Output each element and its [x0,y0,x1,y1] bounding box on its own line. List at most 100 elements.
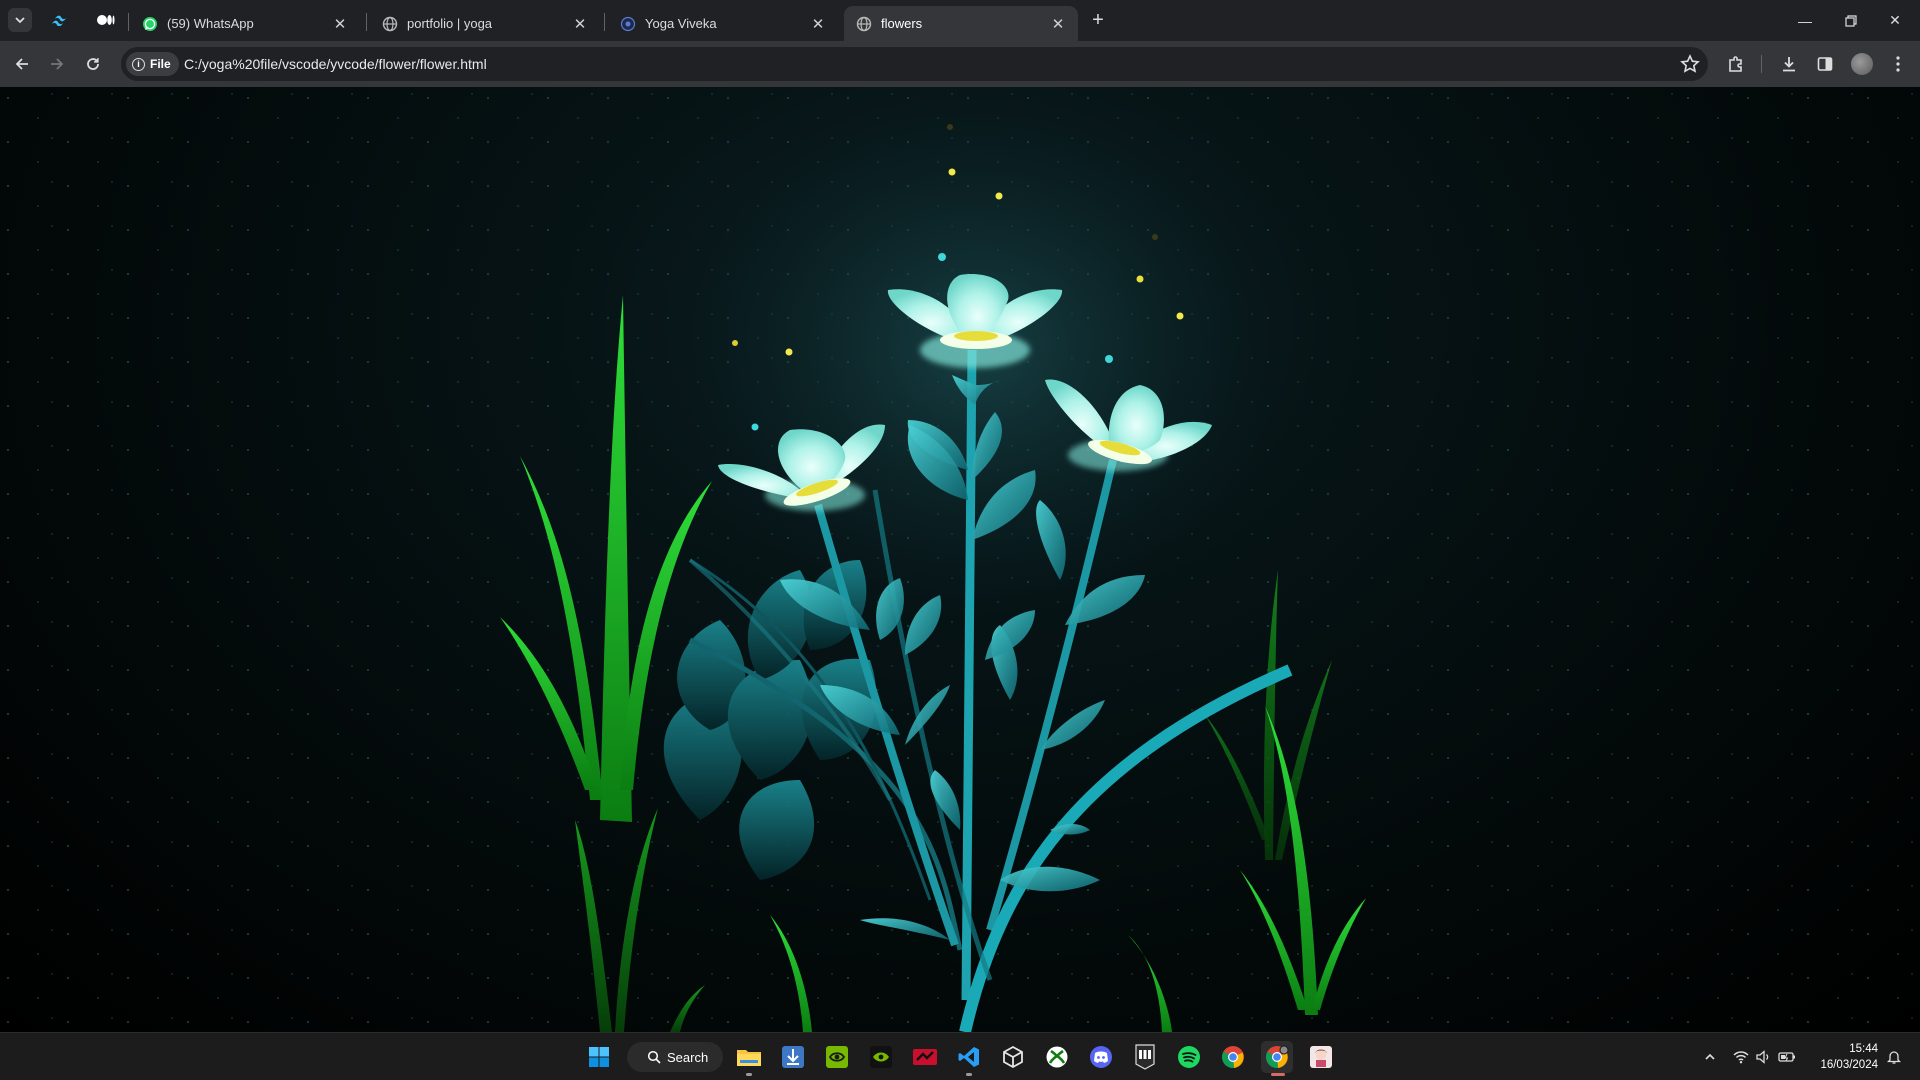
wifi-icon [1733,1051,1749,1064]
xbox-icon [1046,1046,1068,1068]
taskbar-vscode[interactable] [953,1041,985,1076]
close-window-button[interactable]: ✕ [1870,0,1920,41]
epic-games-icon [1135,1044,1155,1070]
taskbar-search[interactable]: Search [627,1042,723,1072]
plus-icon: + [1092,9,1104,31]
system-clock[interactable]: 15:44 16/03/2024 [1806,1041,1878,1073]
globe-icon [856,16,872,31]
clock-time: 15:44 [1849,1043,1878,1055]
start-button[interactable] [583,1041,615,1073]
bookmark-star-icon[interactable] [1680,54,1700,74]
extensions-button[interactable] [1725,53,1747,75]
site-info-chip[interactable]: i File [126,52,179,76]
character-app-icon [1310,1046,1332,1068]
arrow-left-icon [15,58,28,70]
volume-status[interactable] [1754,1047,1774,1067]
taskbar-vs-installer[interactable] [777,1041,809,1073]
battery-status[interactable] [1777,1047,1797,1067]
flower-scene [0,87,1920,1032]
tailwind-icon [52,15,66,26]
discord-icon [1090,1046,1112,1068]
taskbar-nvidia-control[interactable] [865,1041,897,1073]
taskbar-chrome[interactable] [1217,1041,1249,1073]
wifi-status[interactable] [1731,1047,1751,1067]
url-text[interactable]: C:/yoga%20file/vscode/yvcode/flower/flow… [184,56,487,72]
site-icon [620,16,636,31]
downloads-button[interactable] [1778,53,1800,75]
taskbar-spotify[interactable] [1173,1041,1205,1073]
visual-studio-installer-icon [782,1046,804,1068]
file-explorer-icon [737,1050,761,1066]
restore-button[interactable] [1826,0,1876,41]
new-tab-button[interactable]: + [1086,8,1110,32]
page-content [0,87,1920,1032]
close-icon[interactable]: ✕ [1050,15,1066,33]
notification-bell-icon [1886,1051,1902,1064]
volume-icon [1756,1050,1769,1064]
taskbar-xbox[interactable] [1041,1041,1073,1073]
taskbar-3d-app[interactable] [997,1041,1029,1073]
tab-yoga-viveka[interactable]: Yoga Viveka ✕ [608,6,838,41]
taskbar-discord[interactable] [1085,1041,1117,1073]
taskbar-epic-games[interactable] [1129,1041,1161,1073]
chip-label: File [150,57,171,71]
rog-armoury-icon [913,1049,937,1065]
taskbar-file-explorer[interactable] [733,1041,765,1076]
tab-label: portfolio | yoga [407,16,493,31]
chrome-profile-icon [1265,1045,1289,1069]
chevron-up-icon [1705,1053,1715,1060]
tab-strip: (59) WhatsApp ✕ portfolio | yoga ✕ Yoga … [0,0,1920,41]
tab-label: flowers [881,16,923,31]
vscode-icon [958,1047,979,1067]
minimize-icon: — [1798,12,1812,29]
battery-icon [1778,1052,1795,1062]
search-label: Search [667,1049,709,1065]
pinned-tab-medium[interactable] [88,8,124,32]
close-icon[interactable]: ✕ [810,15,826,33]
taskbar-chrome-profile[interactable] [1261,1041,1293,1076]
tab-whatsapp[interactable]: (59) WhatsApp ✕ [130,6,360,41]
taskbar-character-app[interactable] [1305,1041,1337,1073]
browser-toolbar: i File C:/yoga%20file/vscode/yvcode/flow… [0,41,1920,87]
tab-search-button[interactable] [8,8,32,32]
reload-icon [87,58,99,70]
side-panel-icon [1817,57,1833,71]
close-icon: ✕ [1889,12,1901,28]
tab-label: (59) WhatsApp [167,16,254,31]
3d-box-icon [1003,1045,1023,1069]
tab-flowers[interactable]: flowers ✕ [844,6,1078,41]
taskbar-armoury[interactable] [909,1041,941,1073]
clock-date: 16/03/2024 [1820,1059,1878,1071]
menu-button[interactable] [1887,53,1909,75]
whatsapp-icon [143,16,157,31]
windows-icon [589,1047,609,1067]
address-bar[interactable]: i File C:/yoga%20file/vscode/yvcode/flow… [121,47,1708,81]
close-icon[interactable]: ✕ [332,15,348,33]
show-hidden-icons-button[interactable] [1700,1047,1720,1067]
pinned-tab-tailwind[interactable] [42,8,78,32]
search-icon [647,1050,661,1064]
download-icon [1783,57,1795,72]
forward-button[interactable] [43,50,71,78]
close-icon[interactable]: ✕ [572,15,588,33]
puzzle-icon [1729,56,1742,72]
restore-icon [1845,14,1857,27]
medium-icon [97,15,115,25]
arrow-right-icon [51,58,64,70]
nvidia-control-icon [870,1046,892,1068]
tab-portfolio[interactable]: portfolio | yoga ✕ [370,6,600,41]
chevron-down-icon [15,17,25,24]
info-icon: i [132,57,145,71]
back-button[interactable] [8,50,36,78]
spotify-icon [1178,1046,1200,1068]
tab-label: Yoga Viveka [645,16,717,31]
more-vertical-icon [1896,56,1900,72]
notifications-button[interactable] [1884,1047,1904,1067]
side-panel-button[interactable] [1814,53,1836,75]
reload-button[interactable] [79,50,107,78]
globe-icon [382,16,398,31]
minimize-button[interactable]: — [1780,0,1830,41]
profile-avatar[interactable] [1851,53,1873,75]
chrome-icon [1221,1046,1244,1069]
taskbar-geforce-experience[interactable] [821,1041,853,1073]
